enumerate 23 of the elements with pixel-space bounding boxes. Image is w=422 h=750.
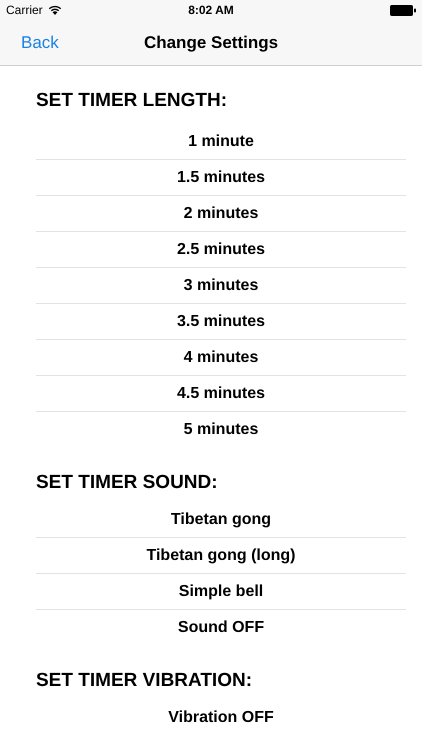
option-item[interactable]: Vibration OFF — [36, 700, 406, 736]
option-item[interactable]: Tibetan gong — [36, 502, 406, 538]
carrier-label: Carrier — [6, 3, 43, 17]
option-item[interactable]: 3.5 minutes — [36, 304, 406, 340]
option-item[interactable]: 2 minutes — [36, 196, 406, 232]
option-item[interactable]: Sound OFF — [36, 610, 406, 646]
option-item[interactable]: 5 minutes — [36, 412, 406, 448]
option-item[interactable]: 3 minutes — [36, 268, 406, 304]
status-time: 8:02 AM — [188, 3, 234, 17]
option-item[interactable]: 4.5 minutes — [36, 376, 406, 412]
section-heading: SET TIMER LENGTH: — [36, 89, 228, 113]
nav-title: Change Settings — [144, 32, 278, 52]
wifi-icon — [48, 5, 62, 15]
option-item[interactable]: 1.5 minutes — [36, 160, 406, 196]
option-item[interactable]: 2.5 minutes — [36, 232, 406, 268]
option-item[interactable]: 4 minutes — [36, 340, 406, 376]
section-heading: SET TIMER VIBRATION: — [36, 669, 254, 693]
option-item[interactable]: Tibetan gong (long) — [36, 538, 406, 574]
battery-icon — [390, 4, 416, 16]
back-button[interactable]: Back — [0, 32, 59, 52]
option-item[interactable]: 1 minute — [36, 124, 406, 160]
section-heading: SET TIMER SOUND: — [36, 471, 219, 495]
option-item[interactable]: Simple bell — [36, 574, 406, 610]
